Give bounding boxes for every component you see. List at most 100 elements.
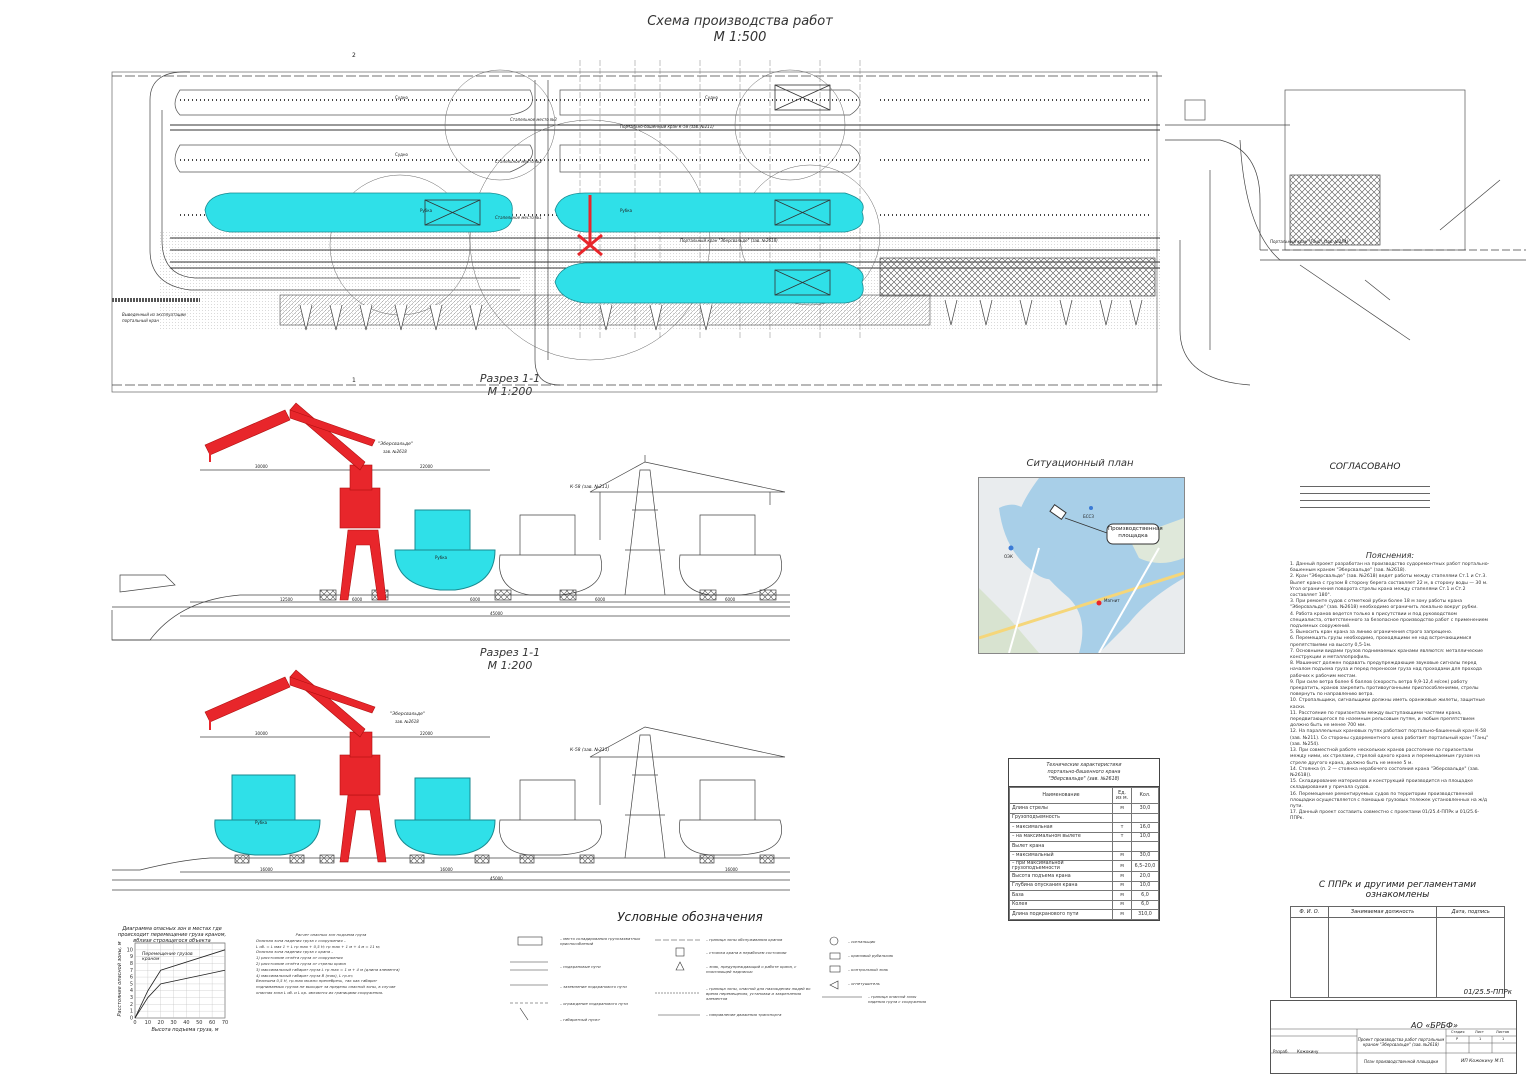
chart-x-tick-label: 50 [196, 1020, 202, 1026]
chart-x-ticks: 0 10 20 30 40 50 60 70 [133, 1020, 228, 1026]
plan-hull-1 [204, 192, 513, 233]
chart-y-tick-label: 4 [130, 988, 133, 994]
note-item: 14. Стоянка (п. 2 — стоянка нерабочего с… [1290, 766, 1480, 778]
chart-x-tick-label: 60 [209, 1020, 215, 1026]
spec-cell: 6,0 [1131, 890, 1159, 901]
familiarization-header: Ф. И. О. Занимаемая должность Дата, подп… [1290, 906, 1505, 918]
spec-row: Длина подкранового пути м 310,0 [1009, 909, 1159, 920]
spec-cell: 310,0 [1131, 909, 1159, 920]
spec-cell: м [1112, 880, 1132, 891]
section1-dim: 45000 [490, 611, 503, 616]
spec-cell: м [1112, 860, 1132, 872]
spec-cell: 6,0 [1131, 899, 1159, 910]
stamp-code: 01/25.5-ППРк [1463, 988, 1512, 996]
note-item: 8. Машинист должен подавать предупреждаю… [1290, 661, 1482, 679]
familiarization-table: Ф. И. О. Занимаемая должность Дата, подп… [1290, 906, 1505, 998]
spec-cell [1131, 841, 1159, 852]
familiarization-cell [1327, 917, 1438, 998]
spec-cell: Вылет крана [1009, 841, 1113, 852]
spec-row: Высота подъема крана м 20,0 [1009, 871, 1159, 882]
familiarization-col: Ф. И. О. [1290, 906, 1329, 918]
approved-title: СОГЛАСОВАНО [1329, 462, 1401, 472]
note-item: 13. При совместной работе нескольких кра… [1290, 748, 1481, 766]
spec-row: Колея м 6,0 [1009, 899, 1159, 910]
legend-item: – сигнальщик [848, 939, 876, 944]
chart-caption: Диаграмма опасных зон в местах где проис… [117, 926, 227, 944]
stamp-developed-label: Разраб. [1273, 1049, 1289, 1054]
situation-map: Производственная площадка БССЗ ОЭК Магни… [978, 477, 1185, 654]
spec-row: – на максимальном вылете т 10,0 [1009, 831, 1159, 842]
legend-item: – контрольный знак [848, 967, 889, 972]
stamp-org: АО «БРБФ» [1411, 1021, 1458, 1030]
spec-cell: 30,0 [1131, 850, 1159, 861]
spec-row: – при максимальной грузоподъемности м 6,5–… [1009, 860, 1159, 872]
chart-x-tick-label: 10 [145, 1020, 151, 1026]
spec-row: База м 6,0 [1009, 890, 1159, 901]
calc-block: Расчет опасных зон подъема груза Опасная… [256, 932, 406, 996]
spec-cell: т [1112, 822, 1132, 833]
note-item: 2. Кран "Эберсвальде" (зав. №2618) ведет… [1290, 574, 1488, 599]
spec-cell: Высота подъема крана [1009, 871, 1113, 882]
familiarization-cell [1290, 917, 1329, 998]
section1-dim: 6000 [725, 597, 736, 602]
spec-cell: Длина стрелы [1009, 803, 1113, 814]
chart-x-tick-label: 70 [222, 1020, 228, 1026]
stamp-sheets-value: 1 [1502, 1037, 1505, 1041]
legend-item: – граница зоны, опасной для нахождения л… [706, 986, 811, 1001]
notes-block: Пояснения: 1. Данный проект разработан н… [1290, 550, 1490, 823]
chart-x-tick-label: 30 [170, 1020, 176, 1026]
familiarization-block: С ППРк и другими регламентами ознакомлен… [1290, 880, 1505, 998]
spec-cell [1112, 841, 1132, 852]
section1-cyan-hull [394, 509, 496, 591]
legend-title: Условные обозначения [617, 910, 763, 924]
stamp-sheet-title: План производственной площадки [1363, 1059, 1439, 1064]
spec-title-line-3: "Эберсвальде" (зав. №2618) [1048, 777, 1120, 782]
stamp-stage-value: Р [1456, 1037, 1459, 1041]
section1-dim: 6000 [352, 597, 363, 602]
section2-dim: 22000 [420, 731, 433, 736]
section1-dim: 30000 [255, 464, 268, 469]
legend-item: – крановый рубильник [848, 953, 894, 958]
stamp-sheet-value: 1 [1479, 1037, 1482, 1041]
legend-item: – знак, предупреждающий о работе крана, … [706, 964, 797, 974]
plan-berth-label-1: Стапельное место №1 [495, 215, 542, 220]
spec-cell: 10,0 [1131, 880, 1159, 891]
chart-y-tick-label: 5 [130, 981, 133, 987]
stamp-project: Проект производства работ портальным кра… [1357, 1037, 1445, 1047]
plan-out-of-service: Выведенный из эксплуатации портальный кр… [122, 312, 186, 323]
section2-k58-label: К-58 (зав. №211) [570, 748, 610, 753]
spec-cell: м [1112, 850, 1132, 861]
plan-berth-label-2: Стапельное место №2 [495, 159, 542, 164]
plan-hull-label: Судно [395, 95, 408, 100]
spec-cell: 20,0 [1131, 871, 1159, 882]
plan-rail-label-2: Портальный кран "Зберсвальде" (зав. №261… [680, 238, 778, 243]
spec-cell: – максимальный [1009, 850, 1113, 861]
legend-item: – направление движения транспорта [706, 1012, 782, 1017]
chart-series-2-line [134, 969, 226, 1019]
section2-crane-label-2: зав. №2618 [395, 719, 419, 724]
spec-cell: 16,0 [1131, 822, 1159, 833]
spec-row: – максимальный м 30,0 [1009, 850, 1159, 861]
plan-hull-label: Рубка [620, 208, 633, 213]
spec-cell [1131, 812, 1159, 823]
spec-row: Глубина опускания крана м 10,0 [1009, 880, 1159, 891]
situation-label-oek: ОЭК [1004, 554, 1013, 559]
spec-cell: Грузоподъемность [1009, 812, 1113, 823]
spec-row: – максимальная т 16,0 [1009, 822, 1159, 833]
section1-red-crane [204, 402, 387, 601]
legend-item: – габаритный пункт [560, 1017, 601, 1022]
plan-hull-label: Рубка [420, 208, 433, 213]
spec-cell: м [1112, 871, 1132, 882]
plan-berth-label-3: Стапельное место №3 [510, 117, 557, 122]
chart-y-tick-label: 3 [130, 995, 133, 1001]
chart-x-tick-label: 0 [133, 1020, 136, 1026]
chart-y-tick-label: 0 [130, 1016, 133, 1022]
legend-item: – стоянка крана в нерабочем состоянии [706, 950, 787, 955]
section2-dim: 16000 [725, 867, 738, 872]
note-item: 16. Перемещение ремонтируемых судов по т… [1290, 791, 1488, 809]
chart-y-ticks: 012345678910 [127, 947, 133, 1021]
chart-y-tick-label: 7 [130, 968, 133, 974]
note-item: 1. Данный проект разработан на производс… [1290, 562, 1490, 574]
chart-y-tick-label: 6 [130, 975, 133, 981]
notes-title: Пояснения: [1365, 551, 1415, 560]
